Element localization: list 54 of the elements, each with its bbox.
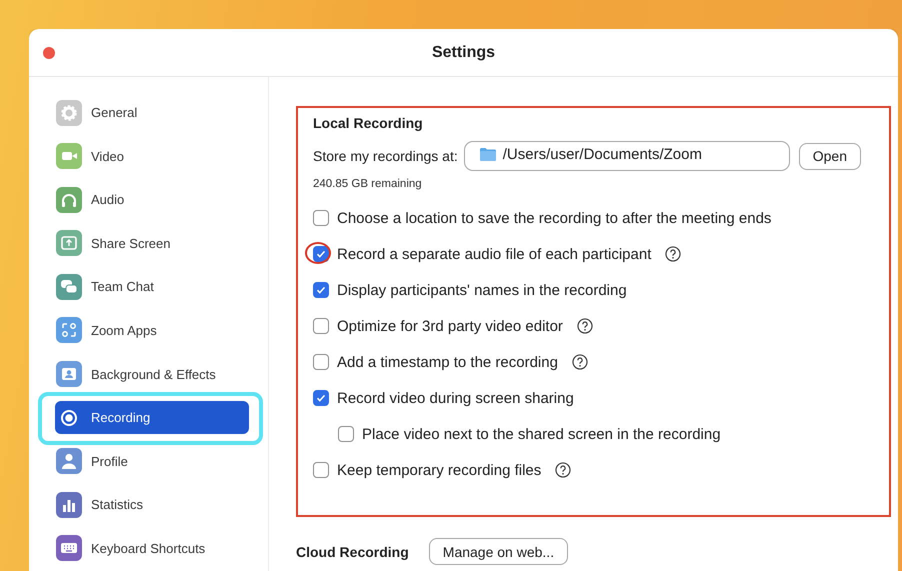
bar-chart-icon (56, 492, 82, 518)
help-icon[interactable] (576, 318, 593, 334)
sidebar-item[interactable]: Background & Effects (55, 358, 250, 391)
checkmark-icon (315, 248, 327, 260)
gear-icon (56, 100, 82, 126)
sidebar-item[interactable]: Statistics (55, 488, 250, 522)
portrait-icon (56, 361, 82, 388)
checkbox-label: Add a timestamp to the recording (337, 354, 558, 370)
help-icon[interactable] (555, 462, 572, 478)
manage-on-web-button[interactable]: Manage on web... (428, 538, 568, 565)
checkbox-label: Record video during screen sharing (337, 390, 574, 406)
field-label: Store my recordings at: (313, 148, 458, 164)
folder-path-field[interactable]: /Users/user/Documents/Zoom (464, 141, 790, 171)
checkbox[interactable] (313, 462, 329, 478)
sidebar-item[interactable]: General (55, 96, 250, 129)
open-button[interactable]: Open (798, 142, 861, 170)
checkbox[interactable] (313, 246, 329, 262)
sidebar-item[interactable]: Recording (55, 401, 249, 434)
chat-icon (56, 274, 82, 300)
headphones-icon (56, 186, 82, 213)
checkbox[interactable] (313, 354, 329, 370)
sidebar-item[interactable]: Audio (55, 183, 250, 216)
checkbox-label: Keep temporary recording files (337, 462, 542, 478)
video-camera-icon (56, 143, 82, 170)
checkbox[interactable] (313, 282, 329, 298)
person-icon (56, 448, 82, 474)
checkbox[interactable] (313, 210, 329, 226)
apps-icon (56, 317, 82, 344)
checkbox-label: Record a separate audio file of each participant (337, 246, 652, 262)
checkmark-icon (315, 392, 327, 404)
sidebar-item[interactable]: Profile (55, 444, 250, 478)
section-heading: Cloud Recording (296, 544, 409, 560)
folder-icon (478, 146, 497, 162)
sidebar-item[interactable]: Keyboard Shortcuts (55, 532, 250, 565)
sidebar-item[interactable]: Video (55, 140, 250, 173)
checkbox-label: Place video next to the shared screen in the recording (362, 426, 721, 442)
help-icon[interactable] (572, 354, 588, 370)
checkbox[interactable] (338, 426, 354, 442)
keyboard-icon (56, 535, 82, 562)
sidebar-item[interactable]: Share Screen (55, 226, 250, 260)
help-icon[interactable] (665, 246, 682, 262)
checkbox[interactable] (313, 318, 329, 334)
close-button[interactable] (43, 47, 55, 59)
window-title: Settings (432, 44, 496, 62)
sidebar-item[interactable]: Zoom Apps (55, 314, 250, 347)
checkbox-label: Choose a location to save the recording to after the meeting ends (337, 210, 772, 226)
checkbox-label: Display participants' names in the recording (337, 282, 627, 298)
storage-remaining: 240.85 GB remaining (313, 178, 422, 190)
checkmark-icon (315, 284, 327, 296)
checkbox[interactable] (313, 390, 329, 406)
sidebar-item[interactable]: Team Chat (55, 270, 250, 304)
share-screen-icon (56, 230, 82, 256)
checkbox-label: Optimize for 3rd party video editor (337, 318, 563, 334)
section-heading: Local Recording (313, 115, 423, 131)
